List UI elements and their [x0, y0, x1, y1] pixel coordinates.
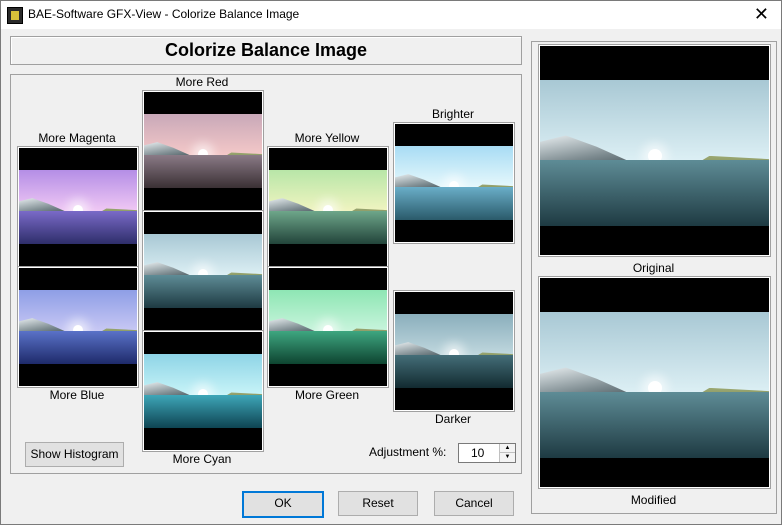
adjustment-label: Adjustment %: — [369, 445, 447, 459]
center-image — [144, 234, 262, 308]
label-more-magenta: More Magenta — [38, 131, 116, 145]
more-yellow-image — [269, 170, 387, 244]
label-more-red: More Red — [175, 75, 229, 89]
label-more-green: More Green — [294, 388, 360, 402]
more-cyan-image — [144, 354, 262, 428]
more-blue-image — [19, 290, 137, 364]
thumb-more-magenta[interactable] — [18, 147, 138, 267]
adjustment-spinner[interactable]: ▲ ▼ — [458, 443, 516, 463]
more-red-image — [144, 114, 262, 188]
more-magenta-image — [19, 170, 137, 244]
thumb-more-yellow[interactable] — [268, 147, 388, 267]
dialog-window: BAE-Software GFX-View - Colorize Balance… — [0, 0, 782, 525]
label-original: Original — [632, 261, 675, 275]
close-icon[interactable]: ✕ — [754, 4, 769, 24]
label-more-blue: More Blue — [49, 388, 105, 402]
label-brighter: Brighter — [431, 107, 475, 121]
label-modified: Modified — [630, 493, 677, 507]
modified-preview — [539, 277, 770, 488]
label-more-cyan: More Cyan — [172, 452, 232, 466]
reset-button[interactable]: Reset — [338, 491, 418, 516]
brighter-image — [395, 146, 513, 220]
modified-image — [540, 312, 769, 458]
thumb-more-red[interactable] — [143, 91, 263, 211]
header-panel: Colorize Balance Image — [10, 36, 522, 65]
thumb-more-green[interactable] — [268, 267, 388, 387]
ok-button[interactable]: OK — [242, 491, 324, 518]
app-icon — [7, 7, 23, 24]
thumb-more-blue[interactable] — [18, 267, 138, 387]
thumb-center[interactable] — [143, 211, 263, 331]
title-bar[interactable]: BAE-Software GFX-View - Colorize Balance… — [1, 1, 781, 29]
spin-down-arrow-icon[interactable]: ▼ — [499, 453, 515, 462]
label-darker: Darker — [434, 412, 471, 426]
more-green-image — [269, 290, 387, 364]
thumb-more-cyan[interactable] — [143, 331, 263, 451]
darker-image — [395, 314, 513, 388]
window-title: BAE-Software GFX-View - Colorize Balance… — [28, 7, 300, 21]
dialog-heading: Colorize Balance Image — [164, 40, 368, 60]
label-more-yellow: More Yellow — [294, 131, 360, 145]
spin-up-arrow-icon[interactable]: ▲ — [499, 444, 515, 453]
adjustment-input[interactable] — [459, 444, 499, 462]
thumb-darker[interactable] — [394, 291, 514, 411]
show-histogram-button[interactable]: Show Histogram — [25, 442, 124, 467]
original-image — [540, 80, 769, 226]
original-preview — [539, 45, 770, 256]
thumb-brighter[interactable] — [394, 123, 514, 243]
cancel-button[interactable]: Cancel — [434, 491, 514, 516]
